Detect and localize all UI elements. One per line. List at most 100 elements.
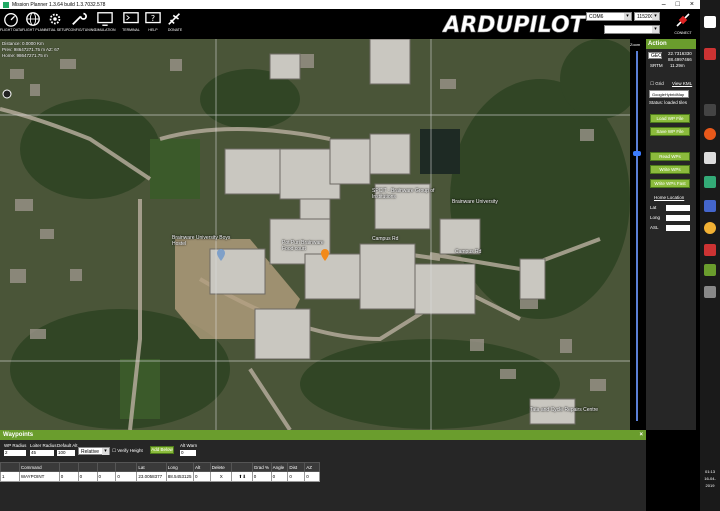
map-label-spcit: SPCIT - Brainware Group of Institutions <box>372 188 435 200</box>
initial-setup-button[interactable]: INITIAL SETUP <box>44 11 68 38</box>
baud-select[interactable]: 115200 ▾ <box>634 12 660 21</box>
map-label-campus-rd-2: Campus Rd <box>455 249 482 255</box>
terminal-icon <box>123 12 139 24</box>
zoom-track[interactable] <box>636 51 638 421</box>
shield-icon[interactable] <box>704 104 716 116</box>
title-bar: Mission Planner 1.3.64 build 1.3.7032.57… <box>0 0 700 9</box>
simulation-button[interactable]: SIMULATION <box>94 11 116 38</box>
terminal-button[interactable]: TERMINAL <box>120 11 142 38</box>
param-cell[interactable]: 0 <box>96 471 117 482</box>
param-cell[interactable]: 0 <box>115 471 138 482</box>
verify-height-checkbox[interactable]: ☐ Verify Height <box>112 448 143 454</box>
chrome-icon[interactable] <box>704 222 716 234</box>
main-toolbar: FLIGHT DATA FLIGHT PLAN INITIAL SETUP CO… <box>0 9 700 39</box>
srtm-label: SRTM <box>650 63 663 68</box>
notification-icon[interactable] <box>704 16 716 28</box>
col-header: Command <box>18 462 60 472</box>
command-select[interactable]: WAYPOINT <box>18 471 60 482</box>
row-number: 1 <box>0 471 20 482</box>
wrench-icon <box>72 12 87 25</box>
alt-warn-input[interactable]: 0 <box>180 450 196 456</box>
read-wps-button[interactable]: Read WPs <box>650 152 690 161</box>
col-header <box>58 462 79 472</box>
lng-readout: 88.4997466 <box>668 57 692 62</box>
param-cell[interactable]: 0 <box>77 471 98 482</box>
windows-taskbar: 01:13 16-04-2019 <box>700 0 720 511</box>
close-icon[interactable]: × <box>639 430 643 440</box>
loiter-radius-input[interactable]: 45 <box>30 450 54 456</box>
app-icon <box>3 1 9 8</box>
monitor-icon <box>97 12 113 26</box>
home-readout: Home: 98647271.75 m <box>2 53 48 58</box>
flight-data-button[interactable]: FLIGHT DATA <box>0 11 22 38</box>
long-cell[interactable]: 88.5453125 <box>165 471 195 482</box>
config-tuning-button[interactable]: CONFIG/TUNING <box>68 11 96 38</box>
chevron-down-icon: ▾ <box>652 26 659 33</box>
wp-radius-input[interactable]: 2 <box>4 450 26 456</box>
table-row[interactable]: 1 WAYPOINT 0 0 0 0 23.0058377 88.5453125… <box>0 471 320 482</box>
write-wps-button[interactable]: Write WPs <box>650 165 690 174</box>
arrow-down-icon[interactable]: ⬇ <box>242 474 246 479</box>
close-button[interactable]: × <box>690 1 694 8</box>
app-icon-green[interactable] <box>704 176 716 188</box>
system-clock[interactable]: 01:13 16-04-2019 <box>700 468 720 489</box>
maximize-button[interactable]: □ <box>676 1 680 8</box>
col-header <box>0 462 20 472</box>
chevron-down-icon: ▾ <box>102 448 109 455</box>
lat-cell[interactable]: 23.0058377 <box>136 471 167 482</box>
view-kml-link[interactable]: View KML <box>672 81 692 86</box>
alt-mode-select[interactable]: Relative ▾ <box>78 447 110 455</box>
home-location-link[interactable]: Home Location <box>654 195 684 200</box>
satellite-map[interactable]: Distance: 0.0000 Km Prev: 98647271.75 m … <box>0 39 630 430</box>
grid-checkbox[interactable]: ☐ Grid <box>650 81 664 87</box>
default-alt-input[interactable]: 100 <box>57 450 75 456</box>
az-cell: 0 <box>304 471 320 482</box>
zoom-slider-handle[interactable] <box>633 150 641 156</box>
profile-select[interactable]: ▾ <box>604 25 660 34</box>
connect-button[interactable]: CONNECT <box>668 11 698 39</box>
home-lat-label: Lat <box>650 205 657 210</box>
move-arrows[interactable]: ⬆⬇ <box>230 471 253 482</box>
save-wp-file-button[interactable]: Save WP File <box>650 127 690 136</box>
donate-button[interactable]: DONATE <box>164 11 186 38</box>
load-wp-file-button[interactable]: Load WP File <box>650 114 690 123</box>
param-cell[interactable]: 0 <box>58 471 79 482</box>
home-long-label: Long <box>650 215 661 220</box>
pdf-icon[interactable] <box>704 244 716 256</box>
dist-cell: 0 <box>287 471 306 482</box>
lat-readout: 22.7316330 <box>668 51 692 56</box>
status-text: Status: loaded tiles <box>649 100 688 105</box>
gauge-icon <box>4 13 18 27</box>
app-icon-gray[interactable] <box>704 286 716 298</box>
help-button[interactable]: ? HELP <box>142 11 164 38</box>
add-below-button[interactable]: Add Below <box>150 446 174 454</box>
prev-readout: Prev: 98647271.75 m AZ: 67 <box>2 47 60 52</box>
chevron-down-icon: ▾ <box>624 13 631 20</box>
waypoints-header: Waypoints × <box>0 430 646 440</box>
map-provider-select[interactable]: GoogleHybridMap <box>649 90 689 98</box>
col-header: AZ <box>304 462 320 472</box>
col-header <box>96 462 117 472</box>
alt-cell[interactable]: 0 <box>193 471 211 482</box>
home-lat-input[interactable] <box>666 205 690 211</box>
action-header: Action <box>646 39 696 49</box>
map-label-food-court: Pot Puri Brainware Food court <box>282 240 324 252</box>
map-imagery <box>0 39 630 430</box>
coord-type-select[interactable]: GEO <box>648 52 662 59</box>
map-label-brainware-university: Brainware University <box>452 199 498 205</box>
mission-planner-icon[interactable] <box>704 264 716 276</box>
home-long-input[interactable] <box>666 215 690 221</box>
home-asl-input[interactable] <box>666 225 690 231</box>
firefox-icon[interactable] <box>704 128 716 140</box>
minimize-button[interactable]: – <box>662 1 666 8</box>
delete-button[interactable]: X <box>209 471 232 482</box>
app-icon-red[interactable] <box>704 48 716 60</box>
map-label-campus-rd-1: Campus Rd <box>372 236 399 242</box>
write-wps-fast-button[interactable]: Write WPs Fast <box>650 179 690 188</box>
globe-icon <box>26 12 40 26</box>
mail-icon[interactable] <box>704 152 716 164</box>
port-select[interactable]: COM6 ▾ <box>586 12 632 21</box>
flight-plan-button[interactable]: FLIGHT PLAN <box>22 11 45 38</box>
app-icon-blue[interactable] <box>704 200 716 212</box>
grad-cell: 0 <box>251 471 272 482</box>
